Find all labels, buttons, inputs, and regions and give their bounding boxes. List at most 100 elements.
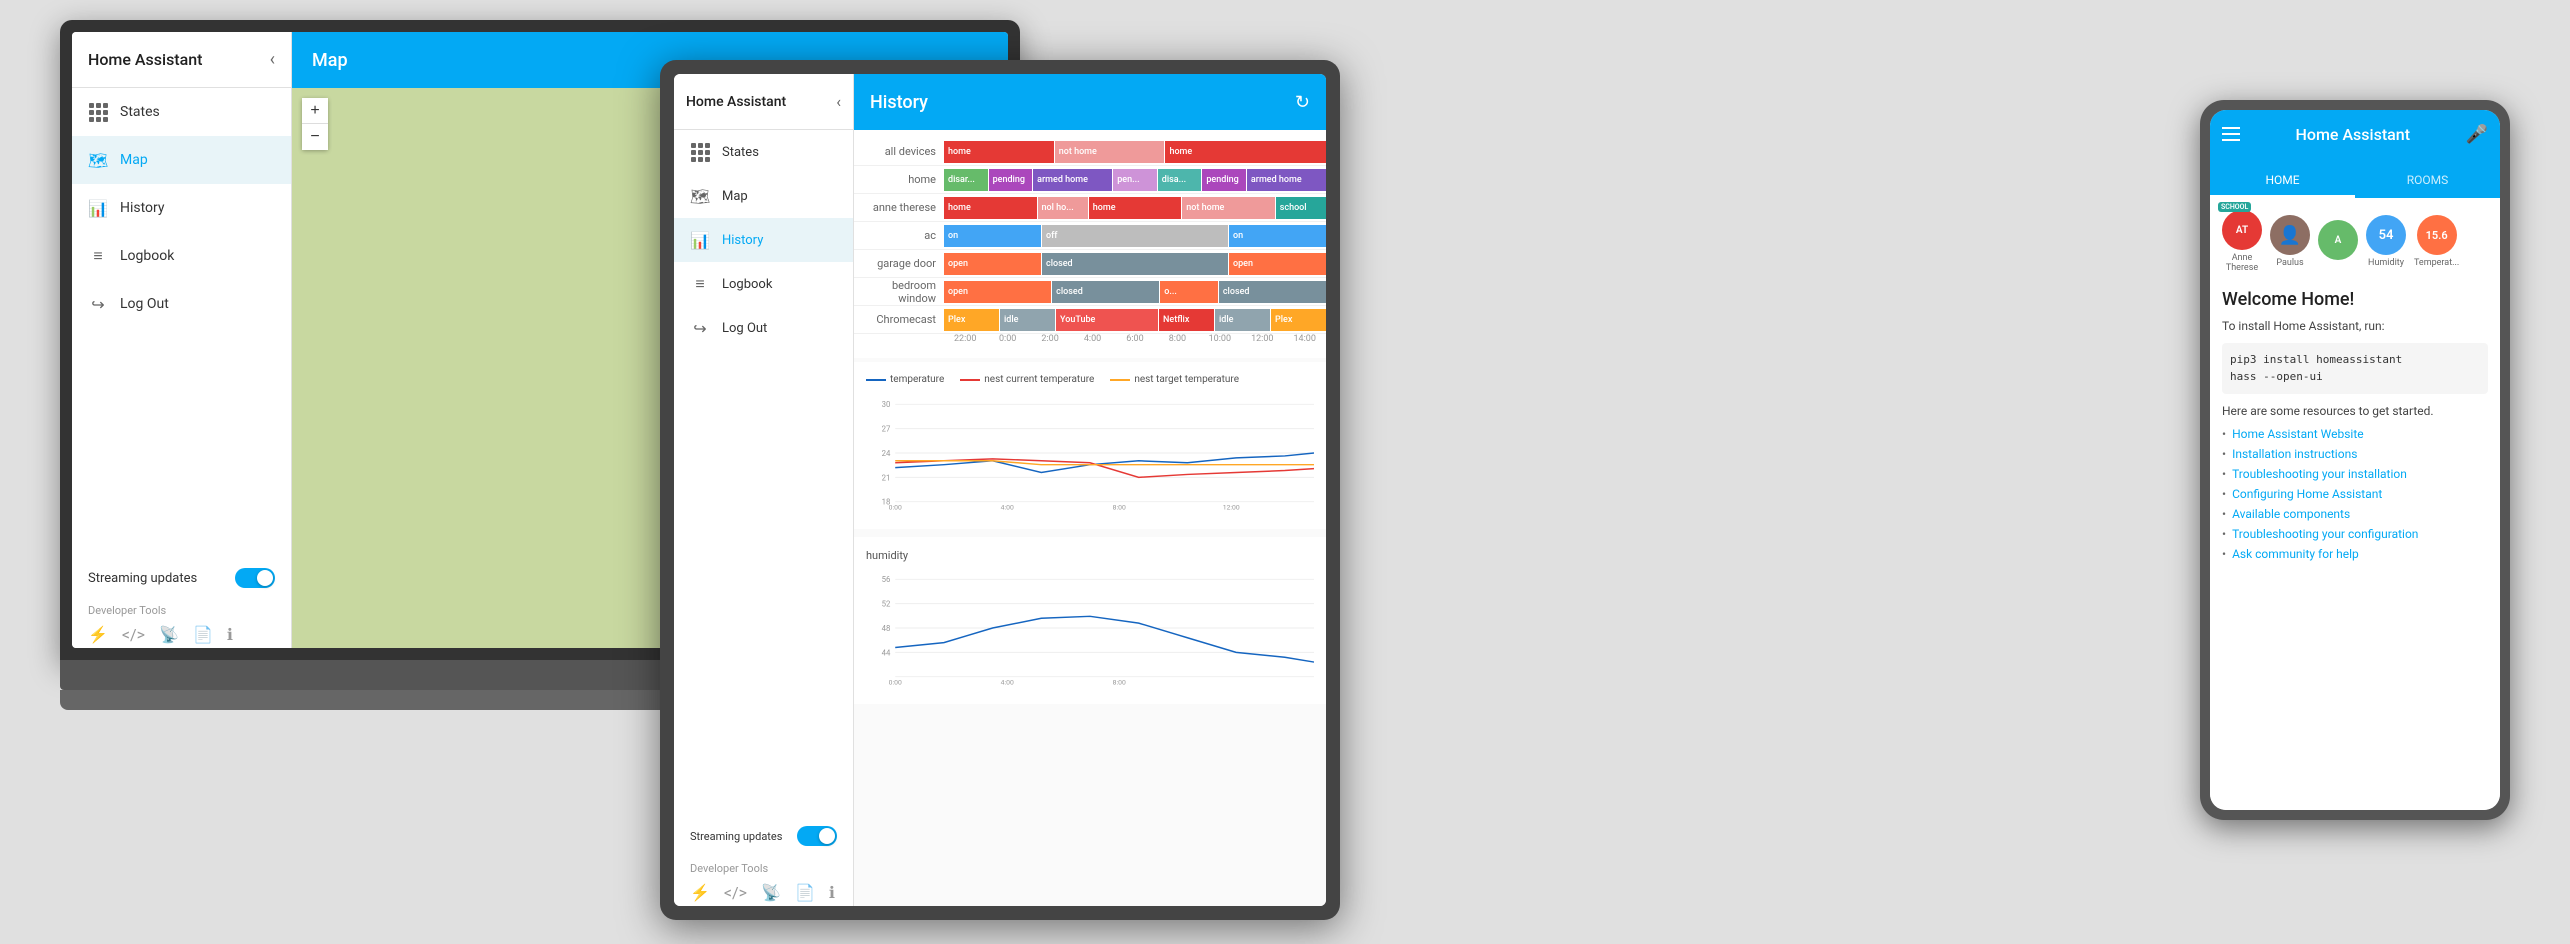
svg-text:8:00: 8:00 [1113,678,1126,686]
hbar: home [944,141,1054,163]
tablet-nav-logbook-label: Logbook [722,277,772,292]
zoom-in-button[interactable]: + [302,98,328,124]
hbar: closed [1219,281,1326,303]
hbar: disar... [944,169,988,191]
dev-icon-info[interactable]: ℹ [227,625,233,644]
tablet-dev-icon-2[interactable]: </> [724,883,747,902]
tablet-streaming-toggle[interactable] [797,826,837,846]
resource-ask-community[interactable]: Ask community for help [2222,544,2488,564]
tablet-sidebar-toggle[interactable]: ‹ [836,92,841,111]
hbar: open [944,281,1051,303]
tablet-dev-icon-4[interactable]: 📄 [795,883,815,902]
tablet-list-icon: ≡ [690,274,710,294]
code-line-2: hass --open-ui [2230,368,2480,386]
tablet-dev-tools-icons: ⚡ </> 📡 📄 ℹ [674,879,853,906]
hamburger-icon[interactable] [2222,127,2240,141]
laptop-nav-logout-label: Log Out [120,296,169,312]
school-badge: SCHOOL [2218,202,2251,212]
tablet-nav-logout[interactable]: ↪ Log Out [674,306,853,350]
phone-tab-home[interactable]: HOME [2210,173,2355,198]
history-content: all devices home not home home home disa… [854,130,1326,906]
resource-available-components[interactable]: Available components [2222,504,2488,524]
dev-icon-code[interactable]: </> [122,625,145,644]
dev-icon-wifi[interactable]: 📡 [159,625,179,644]
dev-icon-template[interactable]: ⚡ [88,625,108,644]
legend-label-nest-target: nest target temperature [1134,374,1239,385]
history-label-ac: ac [854,229,944,242]
laptop-nav-map[interactable]: 🗺 Map [72,136,291,184]
phone-content: AT SCHOOL AnneTherese 👤 Paulus A [2210,198,2500,810]
refresh-icon[interactable]: ↻ [1295,92,1310,113]
phone-tab-rooms[interactable]: ROOMS [2355,173,2500,198]
hbar: not home [1182,197,1275,219]
svg-text:44: 44 [882,648,891,657]
tablet-nav-states[interactable]: States [674,130,853,174]
laptop-dev-tools-label: Developer Tools [72,596,291,621]
legend-nest-target: nest target temperature [1110,374,1239,385]
svg-text:52: 52 [882,600,891,609]
tablet-dev-icon-3[interactable]: 📡 [761,883,781,902]
laptop-streaming-row: Streaming updates [72,560,291,596]
hbar: pending [989,169,1033,191]
phone-screen: Home Assistant 🎤 HOME ROOMS AT SCHOOL An… [2210,110,2500,810]
resource-troubleshoot-config[interactable]: Troubleshooting your configuration [2222,524,2488,544]
tablet-sidebar-header: Home Assistant ‹ [674,74,853,130]
svg-text:24: 24 [882,449,891,458]
history-row-garage-door: garage door open closed open [854,250,1326,278]
zoom-out-button[interactable]: − [302,124,328,150]
laptop-nav-states[interactable]: States [72,88,291,136]
humidity-badge: 54 [2366,215,2406,255]
map-zoom-controls[interactable]: + − [302,98,328,150]
avatar-anne-therese-wrapper: AT SCHOOL [2222,210,2262,250]
history-bars-anne-therese: home nol ho... home not home school [944,197,1326,219]
resource-troubleshoot-install[interactable]: Troubleshooting your installation [2222,464,2488,484]
humidity-chart-section: humidity 56 52 48 44 0:00 [854,537,1326,704]
laptop-sidebar-toggle[interactable]: ‹ [270,49,275,70]
history-row-ac: ac on off on [854,222,1326,250]
resource-configuring-ha[interactable]: Configuring Home Assistant [2222,484,2488,504]
tablet-sidebar-nav: States 🗺 Map 📊 History ≡ Logbook [674,130,853,350]
history-row-all-devices: all devices home not home home [854,138,1326,166]
hbar: Netflix [1159,309,1214,331]
hbar: off [1042,225,1228,247]
laptop-streaming-toggle[interactable] [235,568,275,588]
tablet-dev-tools-label: Developer Tools [674,854,853,879]
svg-text:4:00: 4:00 [1001,503,1014,511]
hbar: on [944,225,1041,247]
avatar-label-paulus: Paulus [2276,258,2303,268]
history-label-bedroom-window: bedroom window [854,279,944,305]
phone-topbar-title: Home Assistant [2296,125,2411,144]
tablet-nav-logbook[interactable]: ≡ Logbook [674,262,853,306]
tablet-dev-icon-5[interactable]: ℹ [829,883,835,902]
resource-install-instructions[interactable]: Installation instructions [2222,444,2488,464]
laptop-nav-logbook-label: Logbook [120,248,174,264]
dev-icon-file[interactable]: 📄 [193,625,213,644]
temperature-chart-section: temperature nest current temperature nes… [854,362,1326,529]
tablet-nav-map[interactable]: 🗺 Map [674,174,853,218]
legend-nest-current: nest current temperature [960,374,1094,385]
laptop-nav-logbook[interactable]: ≡ Logbook [72,232,291,280]
phone-resources-label: Here are some resources to get started. [2222,404,2488,418]
phone-device: Home Assistant 🎤 HOME ROOMS AT SCHOOL An… [2200,100,2510,820]
resource-ha-website[interactable]: Home Assistant Website [2222,424,2488,444]
tablet-streaming-row: Streaming updates [674,818,853,854]
laptop-sidebar: Home Assistant ‹ States 🗺 Map [72,32,292,648]
tablet-dev-icon-1[interactable]: ⚡ [690,883,710,902]
tablet-topbar: History ↻ [854,74,1326,130]
legend-label-nest-current: nest current temperature [984,374,1094,385]
tablet-nav-history-label: History [722,233,763,248]
avatar-circle-a: A [2318,220,2358,260]
laptop-nav-history[interactable]: 📊 History [72,184,291,232]
laptop-sidebar-title: Home Assistant [88,50,203,69]
temperature-badge: 15.6 [2417,215,2457,255]
phone-topbar: Home Assistant 🎤 [2210,110,2500,158]
laptop-dev-tools-icons: ⚡ </> 📡 📄 ℹ [72,621,291,648]
hbar: not home [1055,141,1165,163]
hbar: home [1089,197,1182,219]
tablet-nav-history[interactable]: 📊 History [674,218,853,262]
microphone-icon[interactable]: 🎤 [2466,124,2488,145]
tablet-device: Home Assistant ‹ States 🗺 Map [660,60,1340,920]
sensor-temperature: 15.6 Temperat... [2414,215,2459,268]
hbar: closed [1052,281,1159,303]
laptop-nav-logout[interactable]: ↪ Log Out [72,280,291,328]
